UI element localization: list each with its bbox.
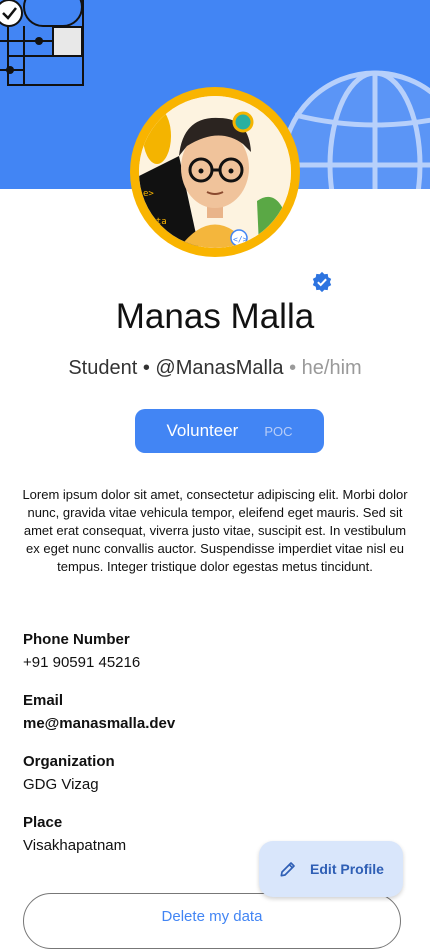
organization-label: Organization — [23, 753, 115, 770]
role-badge-extra: POC — [264, 423, 293, 439]
role-badge: Volunteer POC — [135, 409, 324, 453]
profile-handle: @ManasMalla — [155, 357, 284, 379]
delete-data-label: Delete my data — [161, 908, 263, 925]
phone-value[interactable]: +91 90591 45216 — [23, 654, 140, 671]
organization-value: GDG Vizag — [23, 776, 99, 793]
separator-dot-muted: • — [289, 357, 302, 379]
pencil-icon — [280, 862, 295, 877]
svg-text:e>: e> — [143, 189, 154, 199]
place-label: Place — [23, 814, 63, 831]
email-label: Email — [23, 692, 64, 709]
place-field: Place Visakhapatnam — [23, 814, 126, 854]
place-value: Visakhapatnam — [23, 837, 127, 854]
profile-subtitle: Student • @ManasMalla • he/him — [0, 357, 430, 380]
email-value[interactable]: me@manasmalla.dev — [23, 715, 175, 732]
banner-flowchart-graphic — [0, 0, 84, 86]
profile-bio: Lorem ipsum dolor sit amet, consectetur … — [22, 487, 408, 574]
profile-name: Manas Malla — [115, 297, 315, 336]
profile-pronouns: he/him — [301, 357, 362, 379]
profile-role: Student — [68, 357, 138, 379]
verified-badge-icon — [312, 271, 332, 293]
phone-field: Phone Number +91 90591 45216 — [23, 631, 140, 671]
organization-field: Organization GDG Vizag — [23, 753, 115, 793]
edit-profile-label: Edit Profile — [310, 861, 384, 877]
separator-dot: • — [142, 357, 156, 379]
edit-profile-button[interactable]: Edit Profile — [259, 841, 403, 897]
phone-label: Phone Number — [23, 631, 130, 648]
delete-data-button[interactable]: Delete my data — [23, 893, 401, 949]
role-badge-label: Volunteer — [166, 421, 239, 440]
email-field: Email me@manasmalla.dev — [23, 692, 175, 732]
svg-text:data: data — [145, 217, 167, 227]
avatar-illustration: e> data </> — [139, 96, 291, 248]
svg-text:</>: </> — [233, 235, 248, 244]
avatar[interactable]: e> data </> — [130, 87, 300, 257]
